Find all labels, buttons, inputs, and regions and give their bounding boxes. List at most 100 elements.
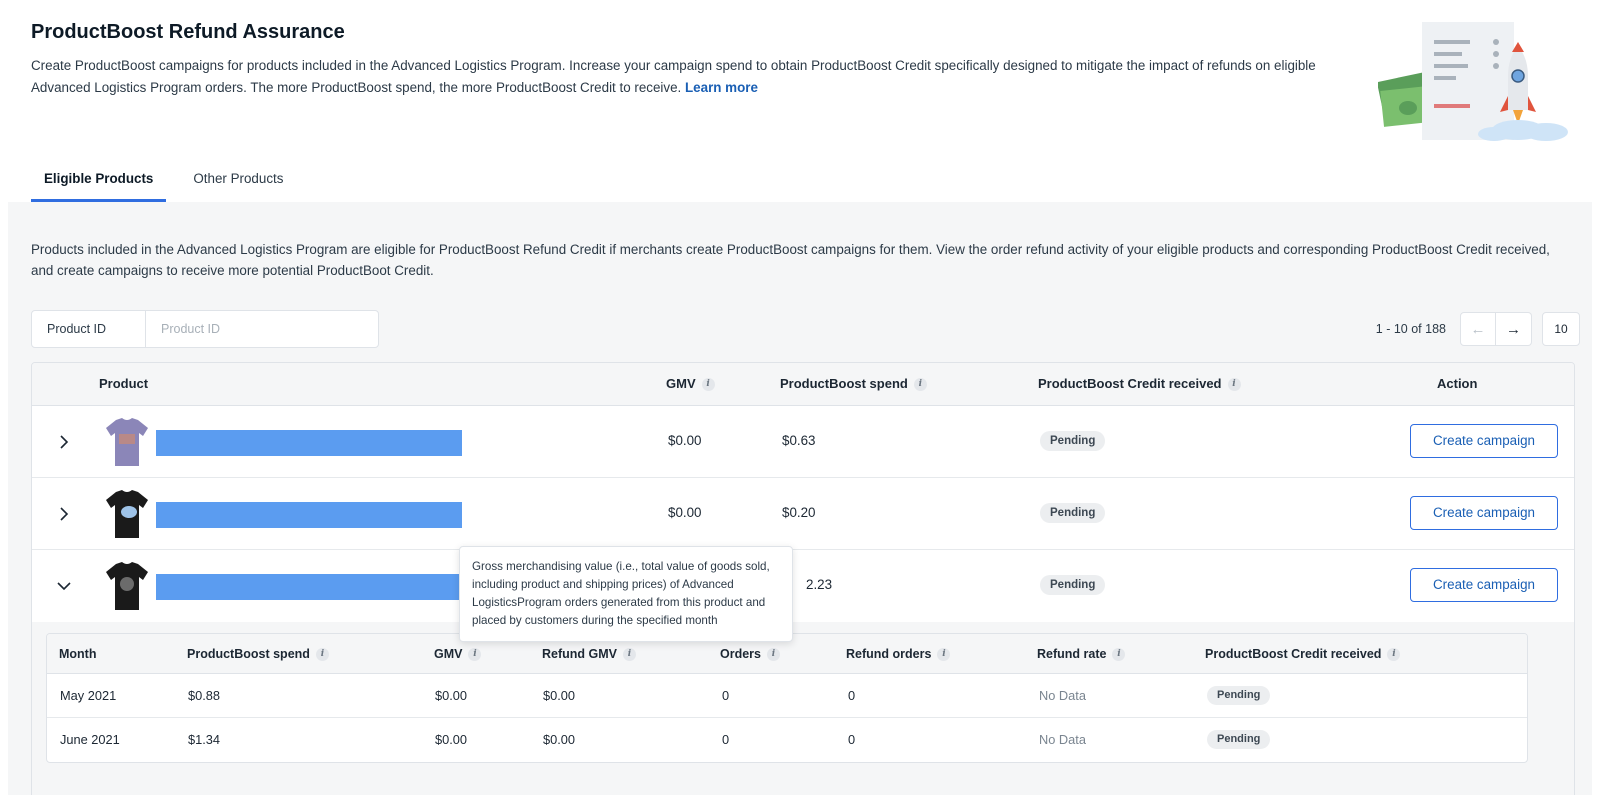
filter-label: Product ID (32, 311, 146, 347)
gmv-value: $0.00 (435, 732, 468, 747)
eligible-products-panel: Products included in the Advanced Logist… (8, 202, 1592, 795)
create-campaign-button[interactable]: Create campaign (1410, 496, 1558, 530)
create-campaign-button[interactable]: Create campaign (1410, 424, 1558, 458)
info-icon[interactable]: i (937, 647, 951, 661)
learn-more-link[interactable]: Learn more (685, 80, 758, 95)
column-header-label: Product (99, 376, 149, 391)
info-icon[interactable]: i (315, 647, 329, 661)
refund-gmv-value: $0.00 (543, 688, 576, 703)
product-name-link[interactable] (156, 430, 462, 456)
chevron-down-icon (57, 582, 71, 591)
product-name-link[interactable] (156, 502, 462, 528)
info-icon[interactable]: i (1227, 377, 1241, 391)
gmv-value: $0.00 (668, 505, 702, 520)
table-row: 2.23 Pending Create campaign (32, 550, 1574, 622)
product-thumbnail (106, 562, 148, 610)
pagination: 1 - 10 of 188 ← → 10 (1376, 310, 1580, 348)
column-header-label: ProductBoost Credit received (1038, 376, 1222, 391)
subcolumn-refund-orders: Refund orders i (846, 634, 951, 674)
column-header-label: ProductBoost spend (780, 376, 908, 391)
status-badge: Pending (1040, 575, 1106, 595)
refund-rate-value: No Data (1039, 688, 1086, 703)
gmv-tooltip: Gross merchandising value (i.e., total v… (459, 546, 793, 642)
spend-value: $0.88 (188, 688, 221, 703)
spend-value: 2.23 (806, 577, 833, 592)
receipt-icon (1422, 22, 1514, 140)
subcolumn-label: Refund GMV (542, 647, 617, 661)
pagination-range: 1 - 10 of 188 (1375, 322, 1446, 336)
page-size-select[interactable]: 10 (1542, 312, 1580, 346)
arrow-right-icon: → (1506, 320, 1521, 338)
info-icon[interactable]: i (1387, 647, 1401, 661)
gmv-value: $0.00 (668, 433, 702, 448)
subtable-row: June 2021 $1.34 $0.00 $0.00 0 0 No Data … (47, 718, 1527, 762)
monthly-detail-table: Month ProductBoost spend i GMV i Refund GM… (46, 633, 1528, 763)
refund-rate-value: No Data (1039, 732, 1086, 747)
month-value: June 2021 (60, 732, 120, 747)
info-icon[interactable]: i (913, 377, 927, 391)
orders-value: 0 (722, 688, 730, 703)
info-icon[interactable]: i (623, 647, 636, 661)
product-name-link[interactable] (156, 574, 462, 600)
subcolumn-label: Refund rate (1037, 647, 1107, 661)
subcolumn-label: Refund orders (846, 647, 932, 661)
column-header-product: Product (99, 363, 148, 405)
orders-value: 0 (722, 732, 730, 747)
spend-value: $0.63 (782, 433, 816, 448)
column-header-gmv: GMV i (666, 363, 715, 405)
subcolumn-credit: ProductBoost Credit received i (1205, 634, 1401, 674)
collapse-row-button[interactable] (52, 574, 76, 598)
subtable-row: May 2021 $0.88 $0.00 $0.00 0 0 No Data P… (47, 674, 1527, 718)
chevron-right-icon (60, 507, 69, 521)
refund-orders-value: 0 (848, 732, 856, 747)
spend-value: $0.20 (782, 505, 816, 520)
status-badge: Pending (1040, 503, 1106, 523)
status-badge: Pending (1040, 431, 1106, 451)
expand-row-button[interactable] (52, 502, 76, 526)
subcolumn-label: Month (59, 647, 97, 661)
table-row: $0.00 $0.63 Pending Create campaign (32, 406, 1574, 478)
products-table: Product GMV i ProductBoost spend i Product… (31, 362, 1575, 795)
create-campaign-button[interactable]: Create campaign (1410, 568, 1558, 602)
gmv-value: $0.00 (435, 688, 468, 703)
table-row: $0.00 $0.20 Pending Create campaign (32, 478, 1574, 550)
subcolumn-refund-rate: Refund rate i (1037, 634, 1126, 674)
product-thumbnail (106, 490, 148, 538)
status-badge: Pending (1207, 686, 1271, 705)
subcolumn-label: Orders (720, 647, 761, 661)
info-icon[interactable]: i (767, 647, 780, 661)
column-header-action: Action (1437, 363, 1477, 405)
page-title: ProductBoost Refund Assurance (31, 21, 345, 43)
product-id-input[interactable] (146, 311, 378, 347)
info-icon[interactable]: i (468, 647, 482, 661)
page-header: ProductBoost Refund Assurance Create Pro… (0, 0, 1600, 205)
next-page-button[interactable]: → (1496, 312, 1532, 346)
refund-orders-value: 0 (848, 688, 856, 703)
subcolumn-label: ProductBoost spend (187, 647, 310, 661)
tab-eligible-products[interactable]: Eligible Products (31, 160, 167, 202)
expand-row-button[interactable] (52, 430, 76, 454)
subcolumn-label: GMV (434, 647, 463, 661)
chevron-right-icon (60, 435, 69, 449)
refund-gmv-value: $0.00 (543, 732, 576, 747)
rocket-illustration (1378, 22, 1568, 141)
panel-description: Products included in the Advanced Logist… (31, 242, 1550, 278)
info-icon[interactable]: i (1112, 647, 1126, 661)
product-thumbnail (106, 418, 148, 466)
column-header-label: Action (1437, 376, 1478, 391)
arrow-left-icon: ← (1470, 320, 1486, 338)
tab-other-products[interactable]: Other Products (180, 160, 296, 202)
page-description-text: Create ProductBoost campaigns for produc… (31, 58, 1316, 95)
page-description: Create ProductBoost campaigns for produc… (31, 55, 1321, 99)
subcolumn-month: Month (59, 634, 96, 674)
subcolumn-spend: ProductBoost spend i (187, 634, 329, 674)
prev-page-button[interactable]: ← (1460, 312, 1496, 346)
column-header-label: GMV (666, 376, 696, 391)
subcolumn-label: ProductBoost Credit received (1205, 647, 1382, 661)
spend-value: $1.34 (188, 732, 221, 747)
table-header: Product GMV i ProductBoost spend i Product… (32, 363, 1574, 406)
column-header-credit: ProductBoost Credit received i (1038, 363, 1241, 405)
status-badge: Pending (1207, 730, 1271, 749)
info-icon[interactable]: i (701, 377, 715, 391)
tab-bar: Eligible Products Other Products (31, 160, 310, 202)
